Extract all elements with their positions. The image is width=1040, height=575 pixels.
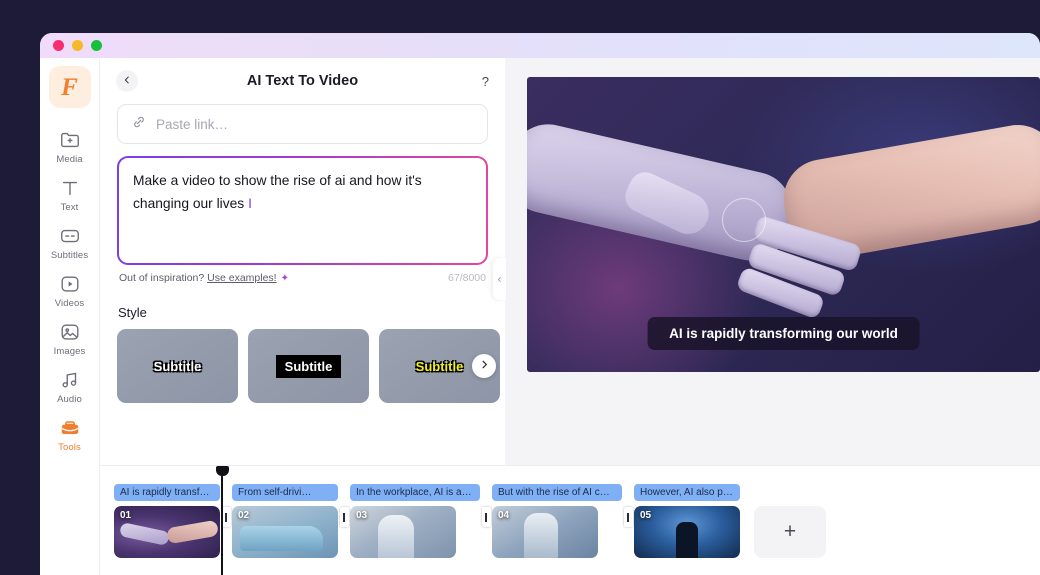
clips-row: AI is rapidly transfo… 01 From self-driv… (100, 484, 1040, 558)
text-caret-icon: I (248, 196, 252, 211)
prompt-textarea-wrapper: Make a video to show the rise of ai and … (117, 156, 488, 265)
clip-trim-handle-wrap (480, 484, 492, 527)
robot-hand (620, 167, 715, 240)
image-icon (59, 321, 81, 343)
clip-caption-chip[interactable]: In the workplace, AI is a… (350, 484, 480, 501)
text-t-icon (59, 177, 81, 199)
timeline: AI is rapidly transfo… 01 From self-driv… (100, 465, 1040, 575)
video-canvas[interactable]: AI is rapidly transforming our world (527, 77, 1040, 372)
sidebar-item-tools[interactable]: Tools (41, 410, 99, 458)
sparkle-icon: ✦ (281, 273, 289, 284)
help-button[interactable]: ? (482, 74, 489, 89)
sidebar-item-text[interactable]: Text (41, 170, 99, 218)
clip-caption-chip[interactable]: However, AI also pr… (634, 484, 740, 501)
clip-trim-handle[interactable] (222, 507, 231, 527)
clip-caption-chip[interactable]: AI is rapidly transfo… (114, 484, 220, 501)
timeline-clip: AI is rapidly transfo… 01 (114, 484, 220, 558)
panel-header: AI Text To Video ? (100, 58, 505, 104)
sidebar-item-label: Images (54, 346, 86, 357)
clip-caption-chip[interactable]: But with the rise of AI c… (492, 484, 622, 501)
app-logo[interactable]: F (49, 66, 91, 108)
character-counter: 67/8000 (448, 272, 486, 284)
style-section-label: Style (118, 305, 488, 320)
robot-palm-ring (722, 198, 766, 242)
toolbox-icon (59, 417, 81, 439)
clip-trim-handle-wrap (338, 484, 350, 527)
timeline-clip: In the workplace, AI is a… 03 (350, 484, 480, 558)
sidebar-item-label: Audio (57, 394, 82, 405)
clip-number: 01 (120, 510, 131, 521)
page-title: AI Text To Video (100, 73, 505, 89)
style-card-boxed[interactable]: Subtitle (248, 329, 369, 403)
prompt-text: Make a video to show the rise of ai and … (133, 173, 422, 211)
clip-caption-chip[interactable]: From self-drivi… (232, 484, 338, 501)
style-preview-text: Subtitle (154, 359, 202, 374)
sidebar-item-images[interactable]: Images (41, 314, 99, 362)
maximize-button[interactable] (91, 40, 102, 51)
subtitles-icon (59, 225, 81, 247)
sidebar-item-label: Media (56, 154, 82, 165)
sidebar-item-label: Subtitles (51, 250, 88, 261)
clip-trim-handle[interactable] (482, 507, 491, 527)
clip-number: 03 (356, 510, 367, 521)
sidebar-item-audio[interactable]: Audio (41, 362, 99, 410)
sidebar: F Media Text (40, 58, 100, 575)
clip-trim-handle-wrap (622, 484, 634, 527)
sidebar-item-subtitles[interactable]: Subtitles (41, 218, 99, 266)
clip-thumbnail[interactable]: 05 (634, 506, 740, 558)
clip-thumbnail[interactable]: 03 (350, 506, 456, 558)
timeline-clip: However, AI also pr… 05 (634, 484, 740, 558)
playhead-head (216, 466, 229, 476)
clip-thumbnail[interactable]: 01 (114, 506, 220, 558)
chevron-left-icon (496, 270, 503, 288)
logo-letter: F (61, 75, 78, 100)
title-bar (40, 33, 1040, 58)
clip-trim-handle[interactable] (624, 507, 633, 527)
clip-trim-handle-wrap (220, 484, 232, 527)
sidebar-item-label: Text (61, 202, 79, 213)
add-clip-button[interactable]: + (754, 506, 826, 558)
prompt-textarea[interactable]: Make a video to show the rise of ai and … (119, 158, 486, 263)
chevron-left-icon (122, 72, 132, 90)
timeline-clip: But with the rise of AI c… 04 (492, 484, 622, 558)
paste-link-placeholder: Paste link… (156, 117, 228, 132)
style-preview-text: Subtitle (276, 355, 342, 378)
clip-number: 05 (640, 510, 651, 521)
sidebar-item-media[interactable]: Media (41, 122, 99, 170)
preview-subtitle: AI is rapidly transforming our world (647, 317, 920, 350)
timeline-clip: From self-drivi… 02 (232, 484, 338, 558)
style-preview-text: Subtitle (416, 359, 464, 374)
play-box-icon (59, 273, 81, 295)
style-next-button[interactable] (472, 354, 496, 378)
panel-collapse-handle[interactable] (493, 258, 506, 300)
sidebar-item-label: Tools (58, 442, 81, 453)
panel-content: Paste link… Make a video to show the ris… (100, 104, 505, 403)
chevron-right-icon (479, 357, 490, 375)
clip-thumbnail[interactable]: 04 (492, 506, 598, 558)
music-note-icon (59, 369, 81, 391)
style-card-outline[interactable]: Subtitle (117, 329, 238, 403)
hint-prefix: Out of inspiration? (119, 272, 204, 284)
minimize-button[interactable] (72, 40, 83, 51)
clip-trim-handle[interactable] (340, 507, 349, 527)
folder-plus-icon (59, 129, 81, 151)
link-chain-icon (131, 114, 147, 135)
clip-number: 02 (238, 510, 249, 521)
clip-number: 04 (498, 510, 509, 521)
back-button[interactable] (116, 70, 138, 92)
app-window: F Media Text (40, 33, 1040, 575)
sidebar-item-label: Videos (55, 298, 84, 309)
inspiration-hint-row: Out of inspiration? Use examples! ✦ 67/8… (117, 270, 488, 284)
paste-link-input[interactable]: Paste link… (117, 104, 488, 144)
close-button[interactable] (53, 40, 64, 51)
use-examples-link[interactable]: Use examples! (207, 272, 276, 284)
clip-thumbnail[interactable]: 02 (232, 506, 338, 558)
sidebar-item-videos[interactable]: Videos (41, 266, 99, 314)
style-carousel: Subtitle Subtitle Subtitle (117, 329, 488, 403)
